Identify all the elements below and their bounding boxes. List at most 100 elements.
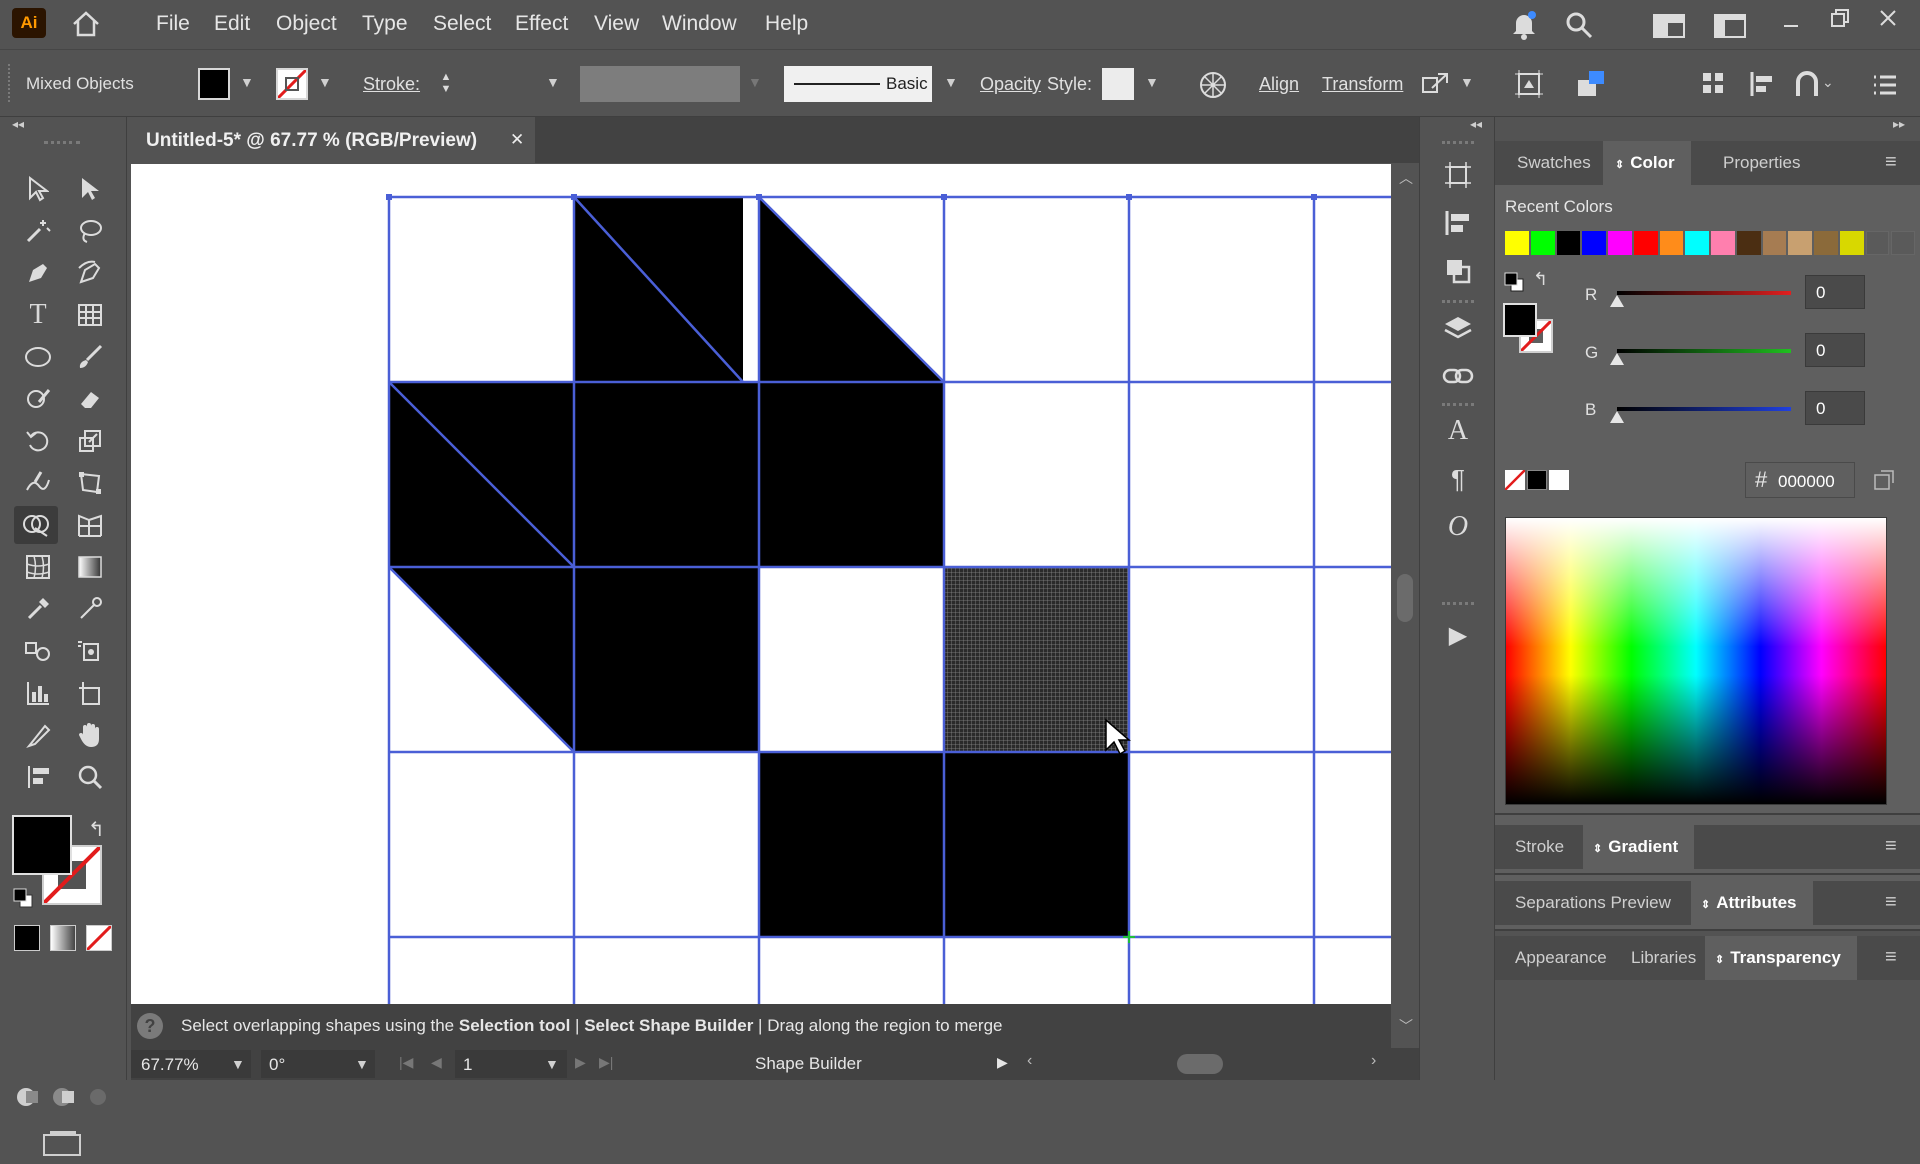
panel-fill-swatch[interactable] [1503,303,1537,337]
free-transform-tool-icon[interactable] [70,464,110,502]
measure-tool-icon[interactable] [70,590,110,628]
first-artboard-icon[interactable]: |◀ [399,1054,413,1071]
column-graph-tool-icon[interactable] [18,674,58,712]
recent-color-swatch[interactable] [1685,231,1709,255]
collapse-dock-icon[interactable]: ◂◂ [1470,117,1482,131]
dock-divider-grip[interactable] [1442,403,1474,407]
rotation-field[interactable]: 0° ▼ [261,1050,375,1078]
draw-behind-icon[interactable] [50,1085,78,1109]
paintbrush-tool-icon[interactable] [70,338,110,376]
stroke-weight-chevron-icon[interactable]: ▼ [546,74,560,90]
tab-transparency[interactable]: ⇕ Transparency [1705,936,1857,980]
dock-divider-grip[interactable] [1442,300,1474,304]
tab-swatches[interactable]: Swatches [1509,141,1599,185]
recent-color-swatch[interactable] [1582,231,1606,255]
color-spectrum[interactable] [1505,517,1887,805]
grip-handle[interactable] [8,64,12,102]
recent-color-swatch[interactable] [1711,231,1735,255]
selection-tool-icon[interactable] [18,170,58,208]
stroke-weight-stepper[interactable]: ▲ ▼ [434,66,458,100]
distribute-icon[interactable] [1696,66,1732,102]
tab-gradient[interactable]: ⇕ Gradient [1583,825,1695,869]
type-tool-icon[interactable]: T [18,296,58,334]
artwork[interactable] [131,164,1391,1004]
close-document-icon[interactable]: ✕ [510,130,524,150]
fill-color-swatch[interactable] [12,815,72,875]
recent-color-swatch[interactable] [1839,231,1864,255]
recent-color-swatch[interactable] [1530,231,1555,255]
artboard-options-icon[interactable] [1510,66,1548,102]
eraser-tool-icon[interactable] [70,380,110,418]
tab-separations-preview[interactable]: Separations Preview [1509,881,1677,925]
workspace-switcher-icon[interactable] [1652,10,1686,42]
b-slider-thumb[interactable] [1610,411,1624,423]
links-panel-icon[interactable] [1440,358,1476,394]
recent-color-swatch[interactable] [1736,231,1761,255]
color-mode-icon[interactable] [14,925,40,951]
actions-panel-icon[interactable]: ▶ [1440,617,1476,653]
attributes-panel-menu-icon[interactable]: ≡ [1885,891,1897,914]
draw-normal-icon[interactable] [14,1085,42,1109]
swap-mini-icon[interactable]: ↰ [1533,269,1548,290]
print-tiling-tool-icon[interactable] [18,758,58,796]
previous-artboard-icon[interactable]: ◀ [431,1054,442,1071]
variable-width-profile[interactable] [580,66,740,102]
recent-color-swatch[interactable] [1633,231,1658,255]
g-slider-thumb[interactable] [1610,353,1624,365]
menu-edit[interactable]: Edit [214,12,250,36]
artboard-tool-icon[interactable] [70,674,110,712]
hex-input[interactable]: 000000 [1745,462,1855,498]
eyedropper-tool-icon[interactable] [18,590,58,628]
layers-panel-icon[interactable] [1440,310,1476,346]
rotate-tool-icon[interactable] [18,422,58,460]
brush-chevron-icon[interactable]: ▼ [944,74,958,90]
align-panel-icon[interactable] [1440,205,1476,241]
dock-grip[interactable] [1442,141,1474,145]
swap-fill-stroke-icon[interactable]: ↰ [88,817,105,842]
shaper-tool-icon[interactable] [18,380,58,418]
zoom-field[interactable]: 67.77% ▼ [131,1050,251,1078]
restore-icon[interactable] [1826,4,1854,32]
home-icon[interactable] [68,6,104,42]
table-grid-tool-icon[interactable] [70,296,110,334]
pen-tool-icon[interactable] [18,254,58,292]
symbol-sprayer-tool-icon[interactable] [70,632,110,670]
style-chevron-icon[interactable]: ▼ [1145,74,1159,90]
scroll-up-icon[interactable]: ︿ [1399,168,1413,188]
r-value-field[interactable]: 0 [1805,275,1865,309]
help-icon[interactable]: ? [137,1013,163,1039]
isolate-icon[interactable] [1418,68,1452,102]
collapse-toolbar-icon[interactable]: ◂◂ [12,117,24,131]
graphic-style-swatch[interactable] [1102,68,1134,100]
magic-wand-tool-icon[interactable] [18,212,58,250]
canvas[interactable] [131,164,1391,1004]
gradient-tool-icon[interactable] [70,548,110,586]
color-panel-menu-icon[interactable]: ≡ [1885,151,1897,174]
curvature-tool-icon[interactable] [70,254,110,292]
hand-tool-icon[interactable] [70,716,110,754]
scroll-left-icon[interactable]: ‹ [1027,1052,1032,1070]
vertical-scrollbar[interactable]: ︿ ﹀ [1391,164,1419,1034]
dock-divider-grip[interactable] [1442,602,1474,606]
pathfinder-panel-icon[interactable] [1440,253,1476,289]
status-menu-arrow-icon[interactable]: ▶ [997,1054,1008,1071]
opentype-panel-icon[interactable]: O [1440,509,1476,545]
b-value-field[interactable]: 0 [1805,391,1865,425]
default-fill-stroke-icon[interactable] [12,887,34,909]
recent-color-swatch[interactable] [1608,231,1632,255]
menu-help[interactable]: Help [765,12,808,36]
stroke-label[interactable]: Stroke: [363,74,420,95]
direct-selection-tool-icon[interactable] [70,170,110,208]
fill-swatch[interactable] [198,68,230,100]
tab-color[interactable]: ⇕ Color [1603,141,1691,185]
tab-appearance[interactable]: Appearance [1509,936,1613,980]
shape-builder-link[interactable]: Select Shape Builder [584,1016,753,1035]
menu-window[interactable]: Window [662,12,737,36]
transparency-panel-menu-icon[interactable]: ≡ [1885,946,1897,969]
close-window-icon[interactable] [1874,4,1902,32]
recent-color-swatch[interactable] [1762,231,1787,255]
draw-inside-icon[interactable] [86,1085,114,1109]
lasso-tool-icon[interactable] [70,212,110,250]
scale-tool-icon[interactable] [70,422,110,460]
notification-bell-icon[interactable] [1507,8,1541,42]
